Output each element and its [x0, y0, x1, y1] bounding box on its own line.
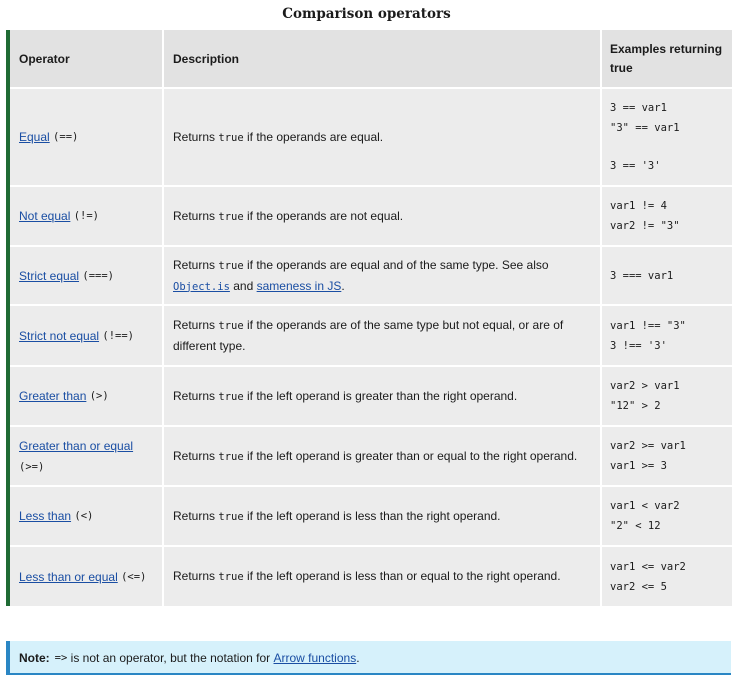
- operator-symbol: (==): [53, 131, 79, 143]
- operator-link-strict-equal[interactable]: Strict equal: [19, 266, 79, 286]
- operator-symbol: (<): [74, 510, 94, 522]
- examples-cell: var1 < var2 "2" < 12: [602, 487, 732, 545]
- operator-symbol: (!==): [102, 329, 134, 342]
- table-row: Strict equal (===) Returns true if the o…: [10, 247, 732, 304]
- example-code: var2 > var1: [610, 380, 680, 392]
- example-code: "2" < 12: [610, 520, 661, 532]
- inline-code: true: [218, 510, 244, 523]
- operator-cell: Strict not equal (!==): [10, 306, 162, 365]
- operator-symbol: (===): [82, 269, 114, 282]
- table-row: Not equal (!=) Returns true if the opera…: [10, 187, 732, 245]
- header-description: Description: [164, 30, 600, 87]
- description-cell: Returns true if the left operand is less…: [164, 487, 600, 545]
- operator-link-strict-not-equal[interactable]: Strict not equal: [19, 326, 99, 346]
- operator-symbol: (!=): [73, 210, 100, 222]
- inline-code: true: [218, 131, 244, 144]
- inline-code: true: [218, 390, 244, 403]
- description-cell: Returns true if the left operand is less…: [164, 547, 600, 606]
- example-code: 3 !== '3': [610, 339, 667, 352]
- example-code: var1 < var2: [610, 500, 680, 512]
- operator-cell: Not equal (!=): [10, 187, 162, 245]
- description-cell: Returns true if the operands are not equ…: [164, 187, 600, 245]
- operator-link-less-than-or-equal[interactable]: Less than or equal: [19, 567, 118, 587]
- note-code: =>: [54, 652, 68, 664]
- operator-cell: Equal (==): [10, 89, 162, 185]
- examples-cell: 3 == var1 "3" == var1 3 == '3': [602, 89, 732, 185]
- example-code: "12" > 2: [610, 400, 661, 412]
- operator-link-greater-than-or-equal[interactable]: Greater than or equal: [19, 439, 133, 453]
- description-cell: Returns true if the operands are of the …: [164, 306, 600, 365]
- sameness-link[interactable]: sameness in JS: [257, 279, 342, 293]
- operator-symbol: (>): [89, 390, 109, 402]
- operator-symbol: (<=): [121, 570, 147, 583]
- example-code: 3 == '3': [610, 160, 661, 172]
- note-text: is not an operator, but the notation for: [70, 651, 271, 665]
- description-cell: Returns true if the left operand is grea…: [164, 367, 600, 425]
- examples-cell: 3 === var1: [602, 247, 732, 304]
- table-row: Equal (==) Returns true if the operands …: [10, 89, 732, 185]
- description-cell: Returns true if the left operand is grea…: [164, 427, 600, 485]
- operator-cell: Greater than or equal (>=): [10, 427, 162, 485]
- example-code: 3 == var1: [610, 102, 667, 114]
- operator-cell: Less than (<): [10, 487, 162, 545]
- table-row: Less than or equal (<=) Returns true if …: [10, 547, 732, 606]
- table-header-row: Operator Description Examples returning …: [10, 30, 732, 87]
- examples-cell: var1 !== "3" 3 !== '3': [602, 306, 732, 365]
- example-code: "3" == var1: [610, 122, 680, 134]
- inline-code: true: [218, 450, 244, 463]
- inline-code: true: [218, 259, 244, 272]
- operator-link-less-than[interactable]: Less than: [19, 506, 71, 526]
- arrow-functions-link[interactable]: Arrow functions: [274, 651, 357, 665]
- header-examples: Examples returning true: [602, 30, 732, 87]
- operator-link-greater-than[interactable]: Greater than: [19, 386, 86, 406]
- note-label: Note:: [19, 651, 50, 665]
- example-code: var2 != "3": [610, 220, 680, 232]
- note-accent-bar: [6, 641, 10, 675]
- examples-cell: var1 != 4 var2 != "3": [602, 187, 732, 245]
- operator-cell: Greater than (>): [10, 367, 162, 425]
- operator-cell: Strict equal (===): [10, 247, 162, 304]
- operator-symbol: (>=): [19, 460, 45, 473]
- example-code: 3 === var1: [610, 269, 674, 282]
- example-code: var1 != 4: [610, 200, 667, 212]
- example-code: var1 >= 3: [610, 460, 667, 472]
- example-code: var1 <= var2: [610, 560, 686, 573]
- examples-cell: var1 <= var2 var2 <= 5: [602, 547, 732, 606]
- inline-code: true: [218, 571, 244, 583]
- comparison-operators-table: Operator Description Examples returning …: [6, 30, 732, 606]
- description-cell: Returns true if the operands are equal.: [164, 89, 600, 185]
- header-operator: Operator: [10, 30, 162, 87]
- table-row: Less than (<) Returns true if the left o…: [10, 487, 732, 545]
- operator-cell: Less than or equal (<=): [10, 547, 162, 606]
- table-row: Greater than or equal (>=) Returns true i…: [10, 427, 732, 485]
- operator-link-equal[interactable]: Equal: [19, 127, 50, 147]
- example-code: var1 !== "3": [610, 319, 686, 332]
- inline-code: true: [218, 210, 244, 223]
- table-row: Greater than (>) Returns true if the lef…: [10, 367, 732, 425]
- example-code: var2 <= 5: [610, 580, 667, 593]
- examples-cell: var2 >= var1 var1 >= 3: [602, 427, 732, 485]
- example-code: var2 >= var1: [610, 440, 686, 452]
- description-cell: Returns true if the operands are equal a…: [164, 247, 600, 304]
- object-is-link[interactable]: Object.is: [173, 281, 230, 293]
- note-callout: Note: => is not an operator, but the not…: [6, 641, 731, 675]
- operator-link-not-equal[interactable]: Not equal: [19, 206, 70, 226]
- table-row: Strict not equal (!==) Returns true if t…: [10, 306, 732, 365]
- table-caption: Comparison operators: [282, 6, 451, 22]
- inline-code: true: [218, 320, 244, 332]
- examples-cell: var2 > var1 "12" > 2: [602, 367, 732, 425]
